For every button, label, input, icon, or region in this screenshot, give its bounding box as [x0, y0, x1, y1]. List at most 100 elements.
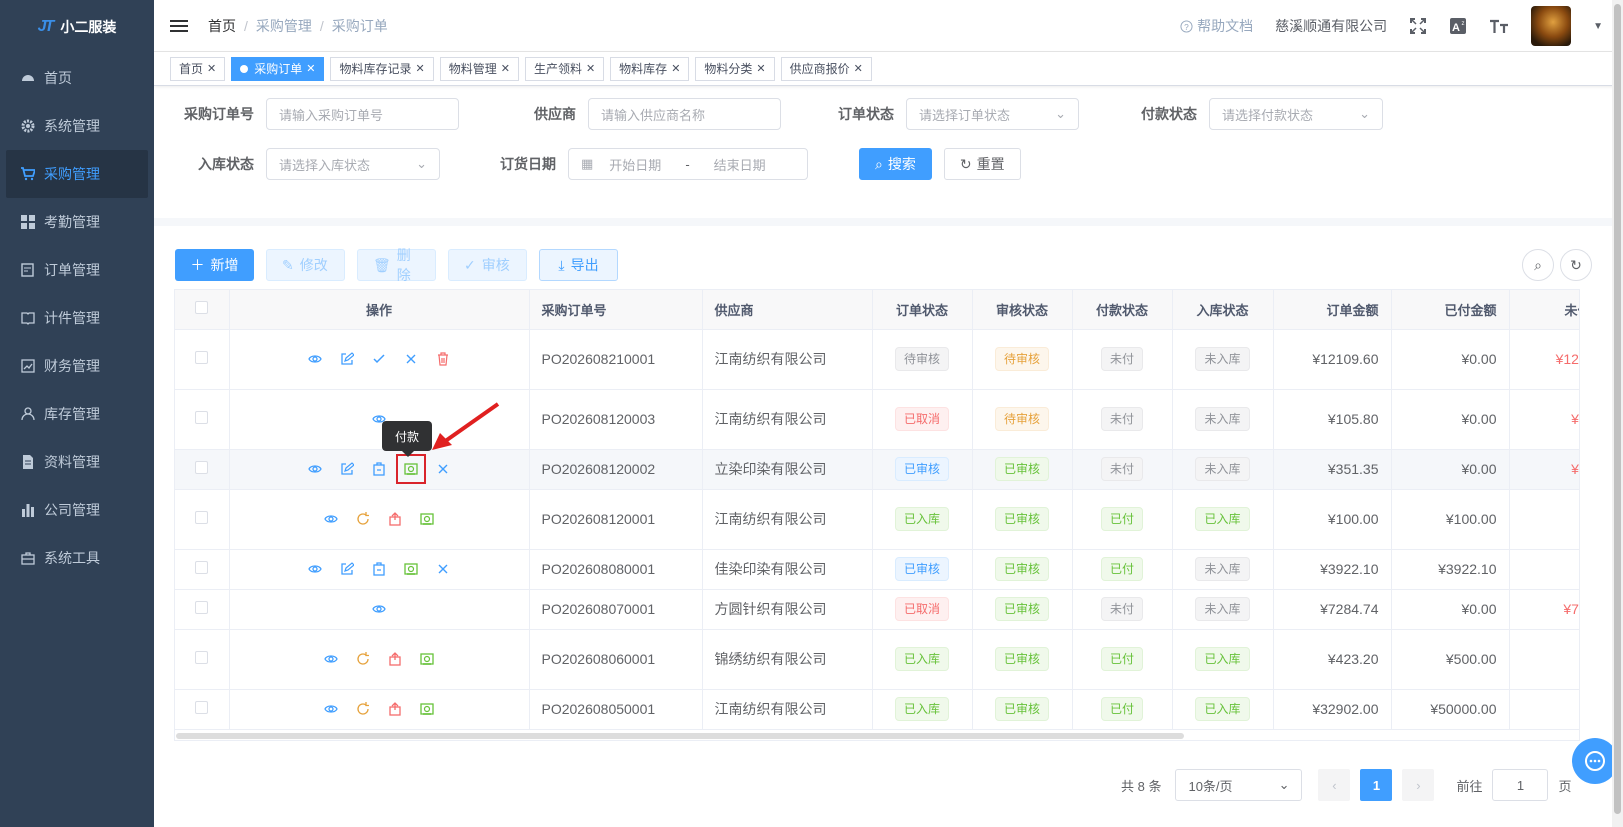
- horizontal-scrollbar[interactable]: [176, 733, 1184, 739]
- return-icon[interactable]: [386, 510, 404, 528]
- close-icon[interactable]: [402, 350, 420, 368]
- tag-1[interactable]: 采购订单 ✕: [231, 56, 325, 81]
- logo[interactable]: JT 小二服装: [0, 0, 154, 54]
- trash-icon[interactable]: [434, 350, 452, 368]
- fullscreen-icon[interactable]: [1409, 17, 1427, 35]
- check-icon[interactable]: [370, 350, 388, 368]
- page-size-select[interactable]: 10条/页 ⌄: [1175, 769, 1303, 801]
- export-button[interactable]: ⤓ 导出: [539, 249, 618, 281]
- row-checkbox[interactable]: [195, 351, 209, 364]
- refresh-table-icon[interactable]: ↻: [1560, 249, 1592, 281]
- edit-icon[interactable]: [338, 560, 356, 578]
- chevron-down-icon[interactable]: ▼: [1593, 21, 1603, 32]
- row-checkbox[interactable]: [195, 461, 209, 474]
- prev-page-button[interactable]: ‹: [1318, 769, 1351, 801]
- sidebar-item-6[interactable]: 财务管理: [0, 342, 154, 390]
- sidebar-item-0[interactable]: 首页: [0, 54, 154, 102]
- table-row[interactable]: PO202608080001 佳染印染有限公司 已审核 已审核 已付 未入库 ¥…: [175, 549, 1579, 590]
- table-row[interactable]: PO202608120002 立染印染有限公司 已审核 已审核 未付 未入库 ¥…: [175, 449, 1579, 490]
- close-icon[interactable]: ✕: [671, 62, 680, 75]
- pay-icon[interactable]: [402, 560, 420, 578]
- view-icon[interactable]: [322, 650, 340, 668]
- row-checkbox[interactable]: [195, 561, 209, 574]
- reset-button[interactable]: ↻ 重置: [943, 148, 1021, 180]
- search-button[interactable]: ⌕ 搜索: [859, 148, 932, 180]
- order-status-select[interactable]: 请选择订单状态 ⌄: [906, 98, 1079, 130]
- sidebar-item-10[interactable]: 系统工具: [0, 534, 154, 582]
- tag-7[interactable]: 供应商报价 ✕: [780, 56, 872, 81]
- next-page-button[interactable]: ›: [1402, 769, 1435, 801]
- pay-icon[interactable]: [396, 454, 426, 484]
- tag-0[interactable]: 首页 ✕: [170, 56, 226, 81]
- sidebar-item-3[interactable]: 考勤管理: [0, 198, 154, 246]
- sidebar-item-8[interactable]: 资料管理: [0, 438, 154, 486]
- view-icon[interactable]: [322, 510, 340, 528]
- close-icon[interactable]: [434, 460, 452, 478]
- table-row[interactable]: PO202608210001 江南纺织有限公司 待审核 待审核 未付 未入库 ¥…: [175, 329, 1579, 390]
- close-icon[interactable]: ✕: [854, 62, 863, 75]
- help-docs-link[interactable]: ? 帮助文档: [1180, 16, 1253, 36]
- vertical-scrollbar[interactable]: [1612, 0, 1623, 827]
- close-icon[interactable]: [434, 560, 452, 578]
- page-number-button[interactable]: 1: [1360, 769, 1393, 801]
- edit-icon[interactable]: [338, 350, 356, 368]
- toggle-search-icon[interactable]: ⌕: [1522, 249, 1554, 281]
- close-icon[interactable]: ✕: [586, 62, 595, 75]
- view-icon[interactable]: [306, 350, 324, 368]
- view-icon[interactable]: [370, 600, 388, 618]
- edit-button[interactable]: ✎ 修改: [266, 249, 345, 281]
- tag-5[interactable]: 物料库存 ✕: [610, 56, 690, 81]
- table-row[interactable]: PO202608070001 方圆针织有限公司 已取消 已审核 未付 未入库 ¥…: [175, 589, 1579, 630]
- sidebar-item-9[interactable]: 公司管理: [0, 486, 154, 534]
- sidebar-item-1[interactable]: 系统管理: [0, 102, 154, 150]
- close-icon[interactable]: ✕: [501, 62, 510, 75]
- pay-icon[interactable]: [418, 700, 436, 718]
- add-button[interactable]: ＋新增: [175, 249, 254, 281]
- close-icon[interactable]: ✕: [415, 62, 424, 75]
- close-icon[interactable]: ✕: [756, 62, 765, 75]
- tag-2[interactable]: 物料库存记录 ✕: [330, 56, 434, 81]
- sidebar-item-7[interactable]: 库存管理: [0, 390, 154, 438]
- font-size-icon[interactable]: [1489, 17, 1509, 35]
- return-icon[interactable]: [386, 650, 404, 668]
- goto-page-input[interactable]: 1: [1492, 769, 1549, 801]
- tag-6[interactable]: 物料分类 ✕: [695, 56, 775, 81]
- stock-status-select[interactable]: 请选择入库状态 ⌄: [266, 148, 440, 180]
- pay-icon[interactable]: [418, 510, 436, 528]
- date-range-picker[interactable]: ▦ 开始日期 - 结束日期: [568, 148, 808, 180]
- refresh-icon[interactable]: [354, 700, 372, 718]
- order-no-input[interactable]: 请输入采购订单号: [266, 98, 459, 130]
- row-checkbox[interactable]: [195, 411, 209, 424]
- close-icon[interactable]: ✕: [207, 62, 216, 75]
- stock-in-icon[interactable]: [370, 560, 388, 578]
- table-row[interactable]: PO202608060001 锦绣纺织有限公司 已入库 已审核 已付 已入库 ¥…: [175, 629, 1579, 690]
- sidebar-item-4[interactable]: 订单管理: [0, 246, 154, 294]
- close-icon[interactable]: ✕: [306, 62, 315, 75]
- translate-icon[interactable]: Az: [1449, 17, 1467, 35]
- menu-toggle-icon[interactable]: [170, 19, 188, 32]
- row-checkbox[interactable]: [195, 651, 209, 664]
- return-icon[interactable]: [386, 700, 404, 718]
- tag-4[interactable]: 生产领料 ✕: [524, 56, 605, 81]
- table-row[interactable]: PO202608120001 江南纺织有限公司 已入库 已审核 已付 已入库 ¥…: [175, 489, 1579, 550]
- pay-status-select[interactable]: 请选择付款状态 ⌄: [1209, 98, 1383, 130]
- view-icon[interactable]: [306, 560, 324, 578]
- row-checkbox[interactable]: [195, 701, 209, 714]
- stock-in-icon[interactable]: [370, 460, 388, 478]
- sidebar-item-2[interactable]: 采购管理: [6, 150, 148, 198]
- tag-3[interactable]: 物料管理 ✕: [439, 56, 519, 81]
- supplier-input[interactable]: 请输入供应商名称: [588, 98, 781, 130]
- refresh-icon[interactable]: [354, 650, 372, 668]
- delete-button[interactable]: 🗑 删除: [357, 247, 436, 283]
- select-all-checkbox[interactable]: [195, 301, 209, 315]
- row-checkbox[interactable]: [195, 601, 209, 614]
- view-icon[interactable]: [306, 460, 324, 478]
- refresh-icon[interactable]: [354, 510, 372, 528]
- view-icon[interactable]: [322, 700, 340, 718]
- edit-icon[interactable]: [338, 460, 356, 478]
- audit-button[interactable]: ✓ 审核: [448, 249, 527, 281]
- table-row[interactable]: PO202608050001 江南纺织有限公司 已入库 已审核 已付 已入库 ¥…: [175, 689, 1579, 730]
- sidebar-item-5[interactable]: 计件管理: [0, 294, 154, 342]
- breadcrumb-item-home[interactable]: 首页: [208, 16, 236, 36]
- pay-icon[interactable]: [418, 650, 436, 668]
